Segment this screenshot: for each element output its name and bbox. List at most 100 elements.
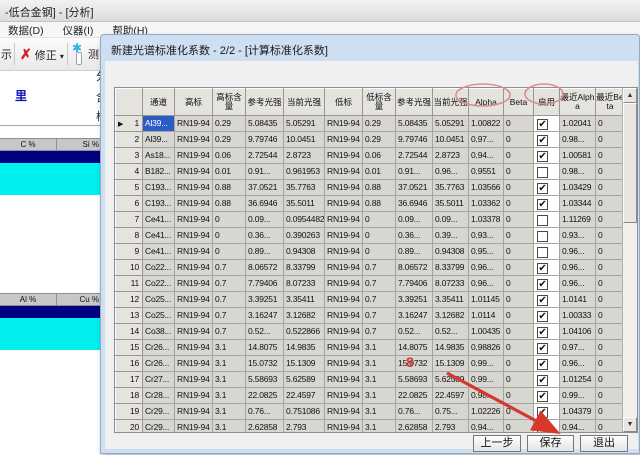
cell-ref-intensity-1[interactable]: 0.52... [246, 324, 284, 340]
cell-cur-intensity-1[interactable]: 2.8723 [284, 148, 325, 164]
enable-checkbox[interactable] [537, 231, 548, 242]
cell-recent-alpha[interactable]: 1.03344 [560, 196, 596, 212]
cell-channel[interactable]: Cr29... [143, 420, 175, 434]
cell-beta[interactable]: 0 [504, 228, 534, 244]
cell-high-standard[interactable]: RN19-94 [175, 196, 213, 212]
row-number[interactable]: 7 [116, 212, 143, 228]
cell-beta[interactable]: 0 [504, 244, 534, 260]
cell-channel[interactable]: Al39... [143, 132, 175, 148]
cell-ref-intensity-1[interactable]: 36.6946 [246, 196, 284, 212]
enable-checkbox[interactable]: ✔ [537, 295, 548, 306]
enable-checkbox[interactable]: ✔ [537, 135, 548, 146]
cell-low-standard[interactable]: RN19-94 [325, 212, 363, 228]
cell-alpha[interactable]: 0.96... [469, 276, 504, 292]
cell-high-standard[interactable]: RN19-94 [175, 116, 213, 132]
cell-recent-alpha[interactable]: 1.02041 [560, 116, 596, 132]
cell-channel[interactable]: As18... [143, 148, 175, 164]
cell-enable[interactable]: ✔ [534, 148, 560, 164]
cell-ref-intensity-1[interactable]: 22.0825 [246, 388, 284, 404]
cell-recent-beta[interactable]: 0 [596, 116, 625, 132]
cell-cur-intensity-1[interactable]: 0.94308 [284, 244, 325, 260]
cell-alpha[interactable]: 1.03566 [469, 180, 504, 196]
cell-low-content[interactable]: 0.88 [363, 196, 396, 212]
cell-ref-intensity-2[interactable]: 0.52... [396, 324, 433, 340]
cell-ref-intensity-2[interactable]: 0.91... [396, 164, 433, 180]
previous-step-button[interactable]: 上一步 [473, 435, 521, 452]
cell-cur-intensity-1[interactable]: 10.0451 [284, 132, 325, 148]
enable-checkbox[interactable]: ✔ [537, 375, 548, 386]
col-low-content[interactable]: 低标含量 [363, 89, 396, 116]
table-row[interactable]: 8Ce41...RN19-9400.36...0.390263RN19-9400… [116, 228, 625, 244]
cell-beta[interactable]: 0 [504, 324, 534, 340]
cell-high-content[interactable]: 3.1 [213, 388, 246, 404]
cell-cur-intensity-1[interactable]: 0.522866 [284, 324, 325, 340]
row-number[interactable]: 10 [116, 260, 143, 276]
cell-alpha[interactable]: 1.03378 [469, 212, 504, 228]
enable-checkbox[interactable] [537, 247, 548, 258]
cell-low-content[interactable]: 0.01 [363, 164, 396, 180]
table-row[interactable]: 9Ce41...RN19-9400.89...0.94308RN19-9400.… [116, 244, 625, 260]
enable-checkbox[interactable]: ✔ [537, 343, 548, 354]
cell-beta[interactable]: 0 [504, 164, 534, 180]
cell-cur-intensity-1[interactable]: 35.7763 [284, 180, 325, 196]
cell-channel[interactable]: B182... [143, 164, 175, 180]
cell-enable[interactable] [534, 212, 560, 228]
cell-high-standard[interactable]: RN19-94 [175, 340, 213, 356]
cell-high-standard[interactable]: RN19-94 [175, 292, 213, 308]
cell-alpha[interactable]: 0.98... [469, 388, 504, 404]
row-number[interactable]: 18 [116, 388, 143, 404]
cell-enable[interactable]: ✔ [534, 404, 560, 420]
cell-recent-alpha[interactable]: 0.94... [560, 420, 596, 434]
scrollbar-thumb[interactable] [623, 103, 637, 223]
cell-alpha[interactable]: 0.96... [469, 260, 504, 276]
cell-high-content[interactable]: 3.1 [213, 356, 246, 372]
cell-beta[interactable]: 0 [504, 196, 534, 212]
cell-recent-alpha[interactable]: 0.98... [560, 164, 596, 180]
cell-low-standard[interactable]: RN19-94 [325, 404, 363, 420]
cell-cur-intensity-1[interactable]: 35.5011 [284, 196, 325, 212]
table-row[interactable]: 10Co22...RN19-940.78.065728.33799RN19-94… [116, 260, 625, 276]
cell-recent-beta[interactable]: 0 [596, 292, 625, 308]
cell-recent-beta[interactable]: 0 [596, 340, 625, 356]
col-beta[interactable]: Beta [504, 89, 534, 116]
cell-channel[interactable]: Co22... [143, 260, 175, 276]
cell-recent-alpha[interactable]: 0.96... [560, 244, 596, 260]
cell-high-content[interactable]: 0 [213, 228, 246, 244]
row-number[interactable]: 16 [116, 356, 143, 372]
enable-checkbox[interactable]: ✔ [537, 119, 548, 130]
cell-high-standard[interactable]: RN19-94 [175, 260, 213, 276]
cell-cur-intensity-2[interactable]: 5.05291 [433, 116, 469, 132]
cell-recent-alpha[interactable]: 0.99... [560, 388, 596, 404]
col-high-content[interactable]: 高标含量 [213, 89, 246, 116]
enable-checkbox[interactable]: ✔ [537, 199, 548, 210]
cell-recent-beta[interactable]: 0 [596, 324, 625, 340]
cell-high-standard[interactable]: RN19-94 [175, 308, 213, 324]
cell-ref-intensity-1[interactable]: 0.09... [246, 212, 284, 228]
table-row[interactable]: 19Cr29...RN19-943.10.76...0.751086RN19-9… [116, 404, 625, 420]
col-cur-intensity-2[interactable]: 当前光强 [433, 89, 469, 116]
row-number[interactable]: 2 [116, 132, 143, 148]
cell-ref-intensity-1[interactable]: 3.39251 [246, 292, 284, 308]
cell-cur-intensity-1[interactable]: 8.33799 [284, 260, 325, 276]
cell-ref-intensity-2[interactable]: 14.8075 [396, 340, 433, 356]
cell-high-content[interactable]: 0.29 [213, 116, 246, 132]
table-row[interactable]: 20Cr29...RN19-943.12.628582.793RN19-943.… [116, 420, 625, 434]
cell-high-standard[interactable]: RN19-94 [175, 244, 213, 260]
table-row[interactable]: 17Cr27...RN19-943.15.586935.62589RN19-94… [116, 372, 625, 388]
cell-recent-alpha[interactable]: 1.00581 [560, 148, 596, 164]
cell-low-content[interactable]: 3.1 [363, 340, 396, 356]
cell-cur-intensity-1[interactable]: 14.9835 [284, 340, 325, 356]
table-row[interactable]: 15Cr26...RN19-943.114.807514.9835RN19-94… [116, 340, 625, 356]
cell-ref-intensity-2[interactable]: 15.0732 [396, 356, 433, 372]
cell-ref-intensity-1[interactable]: 0.89... [246, 244, 284, 260]
cell-alpha[interactable]: 1.00822 [469, 116, 504, 132]
col-cur-intensity-1[interactable]: 当前光强 [284, 89, 325, 116]
cell-high-content[interactable]: 0.88 [213, 180, 246, 196]
cell-ref-intensity-1[interactable]: 2.72544 [246, 148, 284, 164]
col-recent-alpha[interactable]: 最近Alpha [560, 89, 596, 116]
cell-alpha[interactable]: 0.99... [469, 372, 504, 388]
cell-recent-alpha[interactable]: 0.97... [560, 340, 596, 356]
cell-alpha[interactable]: 1.02226 [469, 404, 504, 420]
cell-beta[interactable]: 0 [504, 340, 534, 356]
cell-channel[interactable]: Cr26... [143, 340, 175, 356]
